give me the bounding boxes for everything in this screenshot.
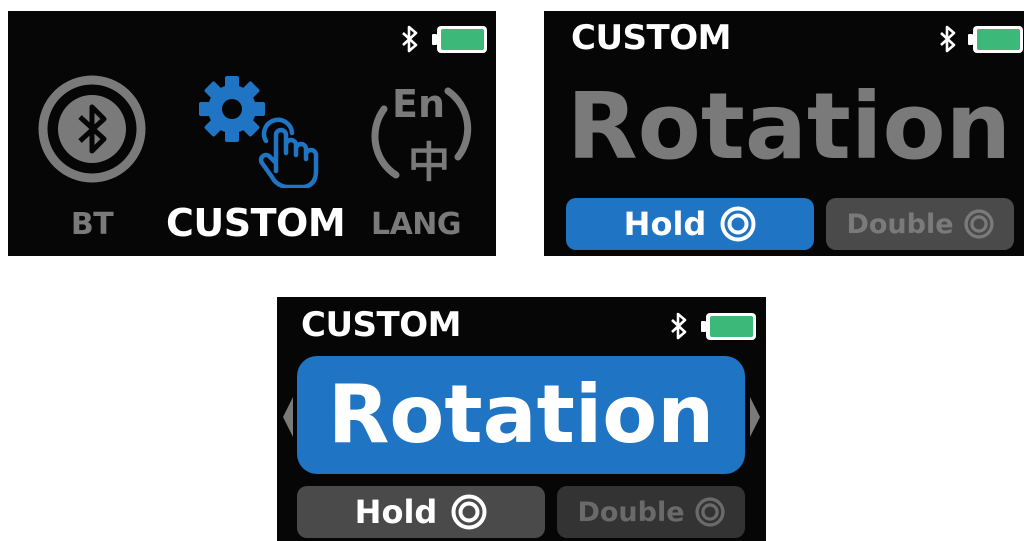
screen-title: CUSTOM (571, 18, 731, 58)
hold-option-button[interactable]: Hold (566, 198, 814, 250)
target-icon (720, 206, 756, 242)
function-selector[interactable]: Rotation (297, 356, 745, 474)
battery-full-icon (968, 26, 1023, 53)
arrow-left-icon[interactable] (283, 397, 293, 437)
menu-item-custom[interactable]: CUSTOM (166, 73, 346, 253)
target-icon (694, 497, 725, 527)
screen-title: CUSTOM (301, 305, 461, 345)
menu-label-custom: CUSTOM (166, 201, 346, 245)
hold-option-label: Hold (354, 493, 438, 531)
function-name: Rotation (566, 73, 1012, 180)
double-option-button[interactable]: Double (557, 486, 745, 538)
custom-screen-function: CUSTOM Rotation Hold Double (277, 297, 766, 541)
hold-option-button[interactable]: Hold (297, 486, 545, 538)
bluetooth-icon (940, 25, 956, 53)
double-option-button[interactable]: Double (826, 198, 1014, 250)
double-option-label: Double (577, 496, 685, 528)
gear-tap-icon (199, 76, 319, 188)
lang-icon-zh: 中 (408, 138, 450, 187)
lang-icon-en: En (392, 82, 445, 126)
menu-label-lang: LANG (370, 207, 462, 242)
menu-item-lang[interactable]: En 中 LANG (352, 73, 480, 253)
function-name: Rotation (327, 368, 715, 461)
bluetooth-circle-icon (38, 75, 146, 183)
target-icon (963, 209, 994, 239)
menu-label-bt: BT (70, 207, 114, 242)
double-option-label: Double (846, 208, 954, 240)
bluetooth-icon (671, 312, 687, 340)
menu-item-bt[interactable]: BT (36, 73, 148, 253)
hold-option-label: Hold (623, 205, 707, 243)
battery-full-icon (701, 313, 756, 340)
battery-full-icon (432, 26, 487, 53)
language-en-zh-icon: En 中 (371, 82, 472, 187)
menu-screen: BT CUSTOM En 中 LANG (8, 11, 496, 256)
arrow-right-icon[interactable] (750, 397, 760, 437)
bluetooth-icon (402, 25, 418, 53)
target-icon (451, 494, 487, 530)
custom-screen-hold: CUSTOM Rotation Hold Double (544, 11, 1024, 256)
